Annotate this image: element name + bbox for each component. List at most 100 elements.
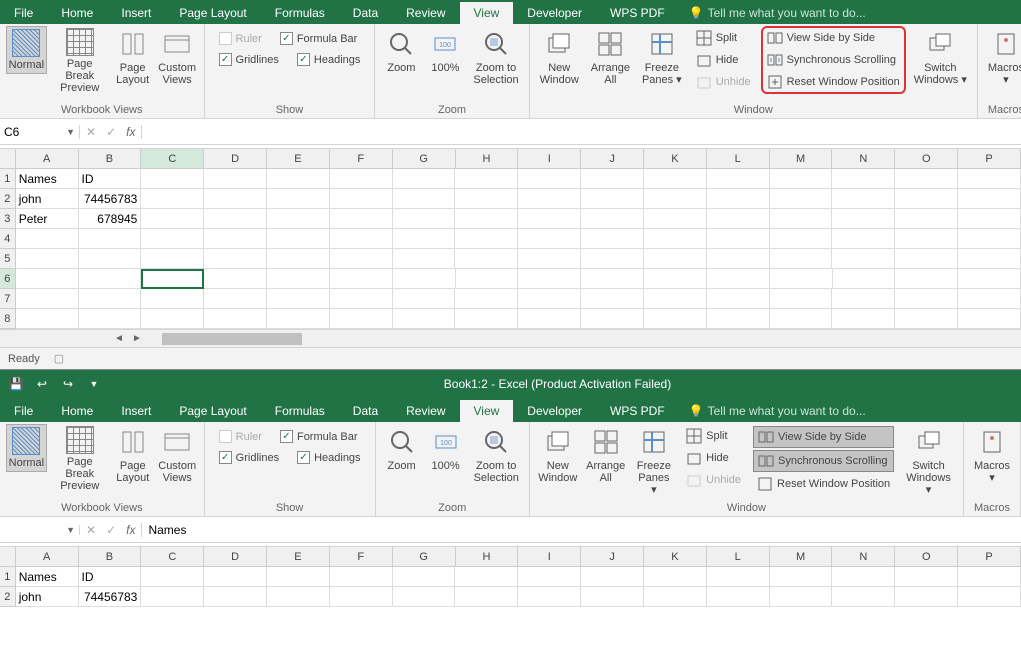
cell[interactable] [141,289,204,309]
cell[interactable] [770,587,833,607]
cell[interactable] [707,289,770,309]
cell[interactable] [16,289,79,309]
hide-button[interactable]: Hide [682,448,745,468]
tab-formulas[interactable]: Formulas [261,2,339,24]
cell[interactable] [393,169,456,189]
cell[interactable] [518,587,581,607]
zoom-100-button[interactable]: 100 100% [425,26,465,76]
cell[interactable] [833,269,896,289]
cell[interactable] [770,309,833,329]
tab-file[interactable]: File [0,2,47,24]
redo-icon[interactable]: ↪ [60,376,76,392]
col-header[interactable]: F [330,149,393,168]
col-header[interactable]: M [770,547,833,566]
col-header[interactable]: J [581,547,644,566]
view-side-by-side-button[interactable]: View Side by Side [763,28,904,48]
cell[interactable] [958,229,1021,249]
zoom-100-button[interactable]: 100100% [426,424,466,474]
cell[interactable] [707,567,770,587]
cell[interactable] [141,209,204,229]
cell[interactable] [581,249,644,269]
cell[interactable]: ID [79,567,142,587]
cell[interactable] [895,249,958,269]
tab-developer[interactable]: Developer [513,400,596,422]
cell[interactable] [455,249,518,269]
cell[interactable] [393,209,456,229]
cell[interactable] [455,229,518,249]
cell[interactable] [204,249,267,269]
cell[interactable] [770,249,833,269]
row-header[interactable]: 3 [0,209,16,229]
cancel-formula-icon[interactable]: ✕ [86,523,96,537]
cell[interactable] [958,209,1021,229]
cell[interactable] [518,567,581,587]
arrange-all-button[interactable]: Arrange All [587,26,634,88]
synchronous-scrolling-button[interactable]: Synchronous Scrolling [763,50,904,70]
cell[interactable] [644,229,707,249]
cell[interactable] [958,169,1021,189]
cell[interactable] [644,189,707,209]
col-header[interactable]: K [644,149,707,168]
cell[interactable] [832,249,895,269]
fx-icon[interactable]: fx [126,125,135,139]
cell[interactable] [267,189,330,209]
col-header[interactable]: P [958,149,1021,168]
cell[interactable] [204,169,267,189]
freeze-panes-button[interactable]: Freeze Panes ▾ [638,26,686,88]
new-window-button[interactable]: New Window [536,424,580,486]
cell[interactable] [518,269,581,289]
cell[interactable] [204,289,267,309]
cell[interactable] [707,209,770,229]
cell[interactable] [204,229,267,249]
cell[interactable] [895,289,958,309]
col-header[interactable]: H [456,149,519,168]
cell[interactable] [393,309,456,329]
cell[interactable] [770,289,833,309]
cell[interactable] [16,229,79,249]
cell[interactable] [393,269,456,289]
tab-review[interactable]: Review [392,400,459,422]
normal-view-button[interactable]: Normal [6,424,47,472]
cell[interactable] [581,189,644,209]
col-header[interactable]: M [770,149,833,168]
cell[interactable] [204,189,267,209]
cell[interactable] [204,587,267,607]
cell[interactable] [958,249,1021,269]
cell[interactable] [581,289,644,309]
scroll-thumb[interactable] [162,333,302,345]
synchronous-scrolling-button[interactable]: Synchronous Scrolling [753,450,894,472]
col-header[interactable]: P [958,547,1021,566]
formula-input[interactable]: Names [142,523,1021,537]
formula-bar-checkbox[interactable]: ✓Formula Bar [280,32,358,45]
page-layout-button[interactable]: Page Layout [113,26,153,88]
col-header[interactable]: F [330,547,393,566]
freeze-panes-button[interactable]: Freeze Panes ▾ [632,424,677,498]
cell[interactable] [393,567,456,587]
cell[interactable] [393,229,456,249]
cell[interactable] [79,249,142,269]
col-header-a[interactable]: A [16,149,79,168]
col-header[interactable]: I [518,149,581,168]
cell[interactable] [204,567,267,587]
cell[interactable] [895,269,958,289]
new-window-button[interactable]: New Window [536,26,583,88]
cell[interactable] [79,229,142,249]
cell[interactable] [267,309,330,329]
cell[interactable] [895,209,958,229]
cell[interactable] [141,269,204,289]
col-header[interactable]: A [16,547,79,566]
name-box[interactable]: C6▼ [0,125,80,139]
formula-bar-checkbox[interactable]: ✓Formula Bar [280,430,358,443]
col-header[interactable]: O [895,149,958,168]
cell[interactable] [267,169,330,189]
cell[interactable]: 678945 [79,209,142,229]
normal-view-button[interactable]: Normal [6,26,47,74]
tab-wps-pdf[interactable]: WPS PDF [596,2,679,24]
cell[interactable] [455,209,518,229]
row-header[interactable]: 6 [0,269,16,289]
row-header[interactable]: 7 [0,289,16,309]
cell[interactable] [644,169,707,189]
col-header[interactable]: G [393,547,456,566]
cell[interactable] [141,309,204,329]
col-header[interactable]: J [581,149,644,168]
